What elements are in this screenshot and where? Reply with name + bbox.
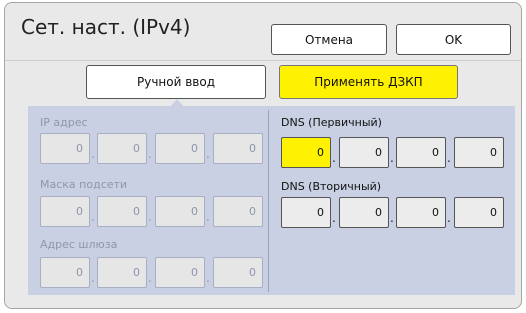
gateway-octet-4: 0 xyxy=(213,257,263,288)
ip-octet-4: 0 xyxy=(213,133,263,164)
gateway-octet-2: 0 xyxy=(97,257,147,288)
separator-dot: . xyxy=(91,147,95,161)
gateway-label: Адрес шлюза xyxy=(40,238,118,251)
dns-primary-octet-2[interactable]: 0 xyxy=(339,137,389,168)
separator-dot: . xyxy=(148,210,152,224)
mask-octet-4: 0 xyxy=(213,196,263,227)
dns-secondary-octet-3[interactable]: 0 xyxy=(396,197,446,228)
separator-dot: . xyxy=(332,151,336,165)
dialog-title: Сет. наст. (IPv4) xyxy=(21,15,191,39)
ip-octet-1: 0 xyxy=(40,133,90,164)
cancel-button[interactable]: Отмена xyxy=(271,24,387,55)
separator-dot: . xyxy=(91,210,95,224)
separator-dot: . xyxy=(91,271,95,285)
ok-button[interactable]: OK xyxy=(396,24,511,55)
dns-secondary-octet-1[interactable]: 0 xyxy=(281,197,331,228)
separator-dot: . xyxy=(332,211,336,225)
separator-dot: . xyxy=(206,210,210,224)
ip-address-label: IP адрес xyxy=(40,116,88,129)
mask-octet-1: 0 xyxy=(40,196,90,227)
separator-dot: . xyxy=(148,147,152,161)
separator-dot: . xyxy=(148,271,152,285)
gateway-octet-3: 0 xyxy=(155,257,205,288)
separator-dot: . xyxy=(447,151,451,165)
panel-divider xyxy=(268,110,269,292)
mask-octet-3: 0 xyxy=(155,196,205,227)
dns-primary-octet-3[interactable]: 0 xyxy=(396,137,446,168)
manual-entry-button[interactable]: Ручной ввод xyxy=(86,65,266,99)
dns-secondary-octet-4[interactable]: 0 xyxy=(454,197,504,228)
mask-octet-2: 0 xyxy=(97,196,147,227)
dns-secondary-octet-2[interactable]: 0 xyxy=(339,197,389,228)
separator-dot: . xyxy=(206,271,210,285)
separator-dot: . xyxy=(206,147,210,161)
ip-octet-2: 0 xyxy=(97,133,147,164)
separator-dot: . xyxy=(390,151,394,165)
header-divider xyxy=(5,60,521,61)
gateway-octet-1: 0 xyxy=(40,257,90,288)
ip-octet-3: 0 xyxy=(155,133,205,164)
dhcp-button[interactable]: Применять ДЗКП xyxy=(279,65,458,99)
dns-primary-label: DNS (Первичный) xyxy=(281,116,382,129)
dns-primary-octet-1[interactable]: 0 xyxy=(281,137,331,168)
dns-secondary-label: DNS (Вторичный) xyxy=(281,180,382,193)
separator-dot: . xyxy=(390,211,394,225)
subnet-mask-label: Маска подсети xyxy=(40,178,128,191)
separator-dot: . xyxy=(447,211,451,225)
dns-primary-octet-4[interactable]: 0 xyxy=(454,137,504,168)
